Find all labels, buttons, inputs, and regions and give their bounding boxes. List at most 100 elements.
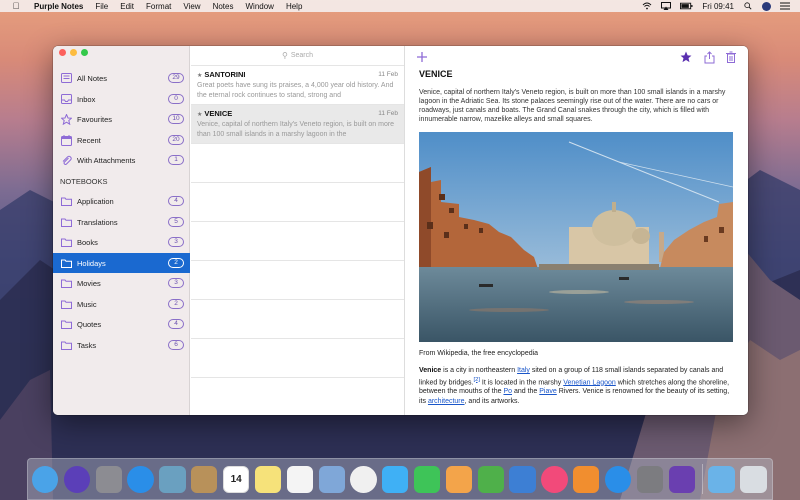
delete-button[interactable] (724, 50, 738, 64)
apple-menu-icon[interactable]:  (8, 1, 24, 11)
sidebar-item-quotes[interactable]: Quotes 4 (53, 314, 190, 334)
link-venetian-lagoon[interactable]: Venetian Lagoon (563, 379, 616, 386)
dock-facetime-icon[interactable] (413, 465, 441, 493)
empty-row (191, 222, 404, 261)
link-po[interactable]: Po (503, 388, 512, 395)
dock-reminders-icon[interactable] (286, 465, 313, 493)
menu-notes[interactable]: Notes (213, 2, 234, 11)
share-button[interactable] (702, 50, 716, 64)
count-badge: 5 (168, 217, 184, 227)
menu-view[interactable]: View (183, 2, 200, 11)
editor-toolbar (406, 46, 748, 68)
sidebar-item-translations[interactable]: Translations 5 (53, 212, 190, 232)
link-italy[interactable]: Italy (517, 367, 530, 374)
note-heading: VENICE (419, 69, 453, 79)
dock-notes-icon[interactable] (254, 465, 282, 493)
dock-photos-icon[interactable] (350, 465, 377, 493)
sidebar-item-recent[interactable]: Recent 20 (53, 130, 190, 150)
menu-clock[interactable]: Fri 09:41 (702, 2, 734, 11)
dock-ibooks-icon[interactable] (573, 465, 600, 493)
sidebar-item-label: Music (77, 299, 97, 309)
minimize-window-button[interactable] (70, 49, 77, 56)
search-field[interactable]: ⚲ Search (191, 46, 404, 66)
sidebar-item-books[interactable]: Books 3 (53, 232, 190, 252)
star-icon[interactable]: ★ (197, 112, 202, 118)
sidebar-item-label: Application (77, 196, 114, 206)
dock-siri-icon[interactable] (63, 465, 91, 493)
calendar-icon (60, 134, 72, 146)
menu-window[interactable]: Window (245, 2, 273, 11)
folder-icon (60, 196, 72, 207)
sidebar-item-application[interactable]: Application 4 (53, 191, 190, 211)
menu-edit[interactable]: Edit (120, 2, 134, 11)
sidebar-item-label: Holidays (77, 258, 106, 268)
search-placeholder: Search (290, 52, 314, 59)
share-icon (704, 50, 714, 63)
dock-trash-icon[interactable] (740, 465, 767, 493)
note-paragraph: Venice is a city in northeastern Italy s… (419, 366, 737, 406)
note-intro: Venice, capital of northern Italy's Vene… (419, 89, 726, 123)
battery-icon[interactable] (680, 2, 693, 10)
note-body[interactable]: VENICE Venice, capital of northern Italy… (419, 69, 737, 406)
dock-finder-icon[interactable] (32, 465, 59, 493)
close-window-button[interactable] (59, 49, 66, 56)
sidebar-item-all-notes[interactable]: All Notes 29 (53, 68, 190, 88)
favourite-button[interactable] (679, 50, 693, 64)
sidebar-item-label: Books (77, 237, 98, 247)
dock-purple-notes-icon[interactable] (668, 465, 695, 493)
note-item-venice[interactable]: ★ VENICE 11 Feb Venice, capital of northe… (191, 105, 404, 144)
folder-icon (60, 278, 72, 289)
dock-keynote-presentation-icon[interactable] (318, 465, 345, 493)
link-architecture[interactable]: architecture (428, 398, 465, 405)
dock-pages-icon[interactable] (445, 465, 473, 493)
sidebar-item-movies[interactable]: Movies 3 (53, 273, 190, 293)
user-avatar-icon[interactable] (762, 1, 771, 11)
count-badge: 3 (168, 237, 184, 247)
folder-icon (60, 258, 72, 269)
sidebar-item-holidays[interactable]: Holidays 2 (53, 253, 190, 273)
dock-messages-icon[interactable] (382, 465, 409, 493)
text-span: is a city in northeastern (441, 367, 518, 374)
sidebar-item-label: With Attachments (77, 155, 136, 165)
wifi-icon[interactable] (642, 2, 652, 10)
spotlight-search-icon[interactable] (743, 2, 753, 10)
sidebar-item-favourites[interactable]: Favourites 10 (53, 109, 190, 129)
menu-file[interactable]: File (95, 2, 108, 11)
dock-system-preferences-icon[interactable] (636, 465, 664, 493)
dock-preview-photos-icon[interactable] (159, 465, 186, 493)
sidebar-item-music[interactable]: Music 2 (53, 294, 190, 314)
zoom-window-button[interactable] (81, 49, 88, 56)
link-piave[interactable]: Piave (539, 388, 557, 395)
notification-center-icon[interactable] (780, 2, 790, 10)
dock-downloads-folder-icon[interactable] (708, 465, 735, 493)
text-span: and the (512, 388, 540, 396)
folder-icon (60, 340, 72, 351)
dock-contacts-icon[interactable] (191, 465, 218, 493)
empty-row (191, 144, 404, 183)
dock-separator (702, 464, 704, 494)
add-note-button[interactable] (415, 50, 429, 64)
dock-calendar-icon[interactable]: 14 (222, 465, 250, 493)
sidebar-item-with-attachments[interactable]: With Attachments 1 (53, 150, 190, 170)
folder-icon (60, 299, 72, 310)
note-title-text: VENICE (204, 109, 233, 118)
dock-itunes-icon[interactable] (541, 465, 568, 493)
note-item-santorini[interactable]: ★ SANTORINI 11 Feb Great poets have sung … (191, 66, 404, 105)
dock-launchpad-icon[interactable] (95, 465, 122, 493)
menu-help[interactable]: Help (286, 2, 302, 11)
dock-safari-icon[interactable] (127, 465, 154, 493)
sidebar-item-tasks[interactable]: Tasks 6 (53, 335, 190, 355)
sidebar: All Notes 29 Inbox 0 Favourites 10 Recen… (53, 46, 190, 415)
airplay-icon[interactable] (661, 2, 672, 10)
menu-app-name[interactable]: Purple Notes (34, 2, 83, 11)
note-list: ⚲ Search ★ SANTORINI 11 Feb Great poets h… (191, 46, 405, 415)
dock-keynote-icon[interactable] (509, 465, 536, 493)
dock-app-store-icon[interactable] (604, 465, 632, 493)
star-icon[interactable]: ★ (197, 73, 202, 79)
menu-format[interactable]: Format (146, 2, 171, 11)
sidebar-item-inbox[interactable]: Inbox 0 (53, 89, 190, 109)
menu-bar:  Purple Notes File Edit Format View Not… (0, 0, 800, 12)
note-title: ★ SANTORINI (197, 70, 398, 79)
dock-numbers-icon[interactable] (477, 465, 504, 493)
sidebar-item-label: Inbox (77, 94, 96, 104)
